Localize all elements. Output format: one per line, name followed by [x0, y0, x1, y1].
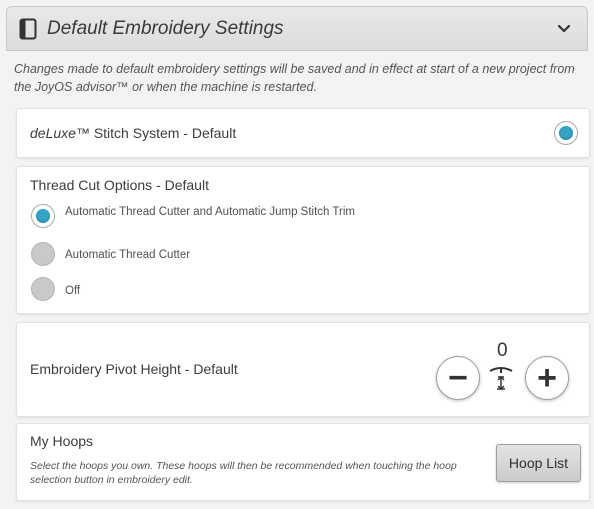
option-label: Automatic Thread Cutter: [65, 249, 191, 261]
panel-icon: [19, 18, 37, 40]
minus-icon: −: [448, 359, 468, 397]
deluxe-brand-text: deLuxe: [30, 125, 76, 141]
plus-icon: +: [537, 359, 557, 397]
chevron-down-icon[interactable]: [555, 20, 573, 38]
my-hoops-card: My Hoops Select the hoops you own. These…: [16, 423, 590, 501]
radio-auto-cutter-jump-trim[interactable]: [31, 204, 55, 228]
intro-text: Changes made to default embroidery setti…: [14, 62, 575, 94]
option-label: Automatic Thread Cutter and Automatic Ju…: [65, 206, 355, 218]
pivot-height-card: Embroidery Pivot Height - Default 0 − +: [16, 322, 590, 417]
thread-cut-card: Thread Cut Options - Default Automatic T…: [16, 166, 590, 314]
my-hoops-title: My Hoops: [30, 433, 94, 449]
option-label: Off: [65, 285, 81, 297]
pivot-height-icon: [489, 367, 513, 391]
radio-off[interactable]: [31, 277, 55, 301]
pivot-height-value: 0: [497, 340, 508, 361]
decrease-button[interactable]: −: [436, 356, 480, 400]
pivot-height-label: Embroidery Pivot Height - Default: [30, 361, 238, 377]
section-title: Default Embroidery Settings: [47, 18, 284, 39]
hoop-list-button[interactable]: Hoop List: [496, 444, 581, 482]
radio-auto-cutter[interactable]: [31, 242, 55, 266]
deluxe-stitch-label: deLuxe™ Stitch System - Default: [30, 125, 236, 141]
deluxe-stitch-card: deLuxe™ Stitch System - Default: [16, 108, 590, 158]
section-header[interactable]: Default Embroidery Settings: [6, 6, 588, 51]
deluxe-stitch-toggle[interactable]: [554, 121, 578, 145]
my-hoops-description: Select the hoops you own. These hoops wi…: [30, 460, 457, 486]
deluxe-suffix-text: ™ Stitch System - Default: [75, 125, 237, 141]
increase-button[interactable]: +: [525, 356, 569, 400]
thread-cut-title: Thread Cut Options - Default: [30, 177, 209, 193]
